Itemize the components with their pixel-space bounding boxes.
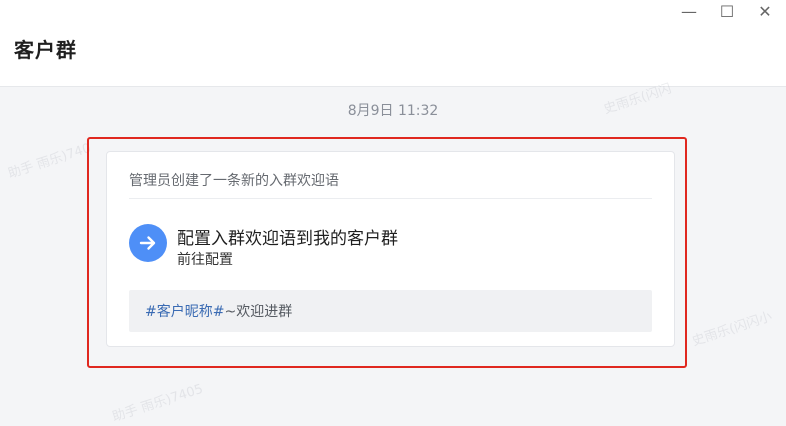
watermark: 史雨乐(闪闪小 xyxy=(690,309,774,350)
watermark: 助手 雨乐)740 xyxy=(6,140,93,182)
watermark: 助手 雨乐)7405 xyxy=(110,381,205,426)
message-timestamp: 8月9日 11:32 xyxy=(347,103,439,119)
page-title: 客户群 xyxy=(14,38,77,62)
close-button[interactable]: ✕ xyxy=(752,2,778,22)
window-controls: — ☐ ✕ xyxy=(664,2,778,22)
maximize-button[interactable]: ☐ xyxy=(714,2,740,22)
highlight-box xyxy=(87,137,687,368)
minimize-button[interactable]: — xyxy=(676,2,702,22)
header-bar: — ☐ ✕ 客户群 xyxy=(0,0,786,87)
app-window: — ☐ ✕ 客户群 史雨乐(闪闪 助手 雨乐)740 史雨乐(闪闪小 助手 雨乐… xyxy=(0,0,786,426)
